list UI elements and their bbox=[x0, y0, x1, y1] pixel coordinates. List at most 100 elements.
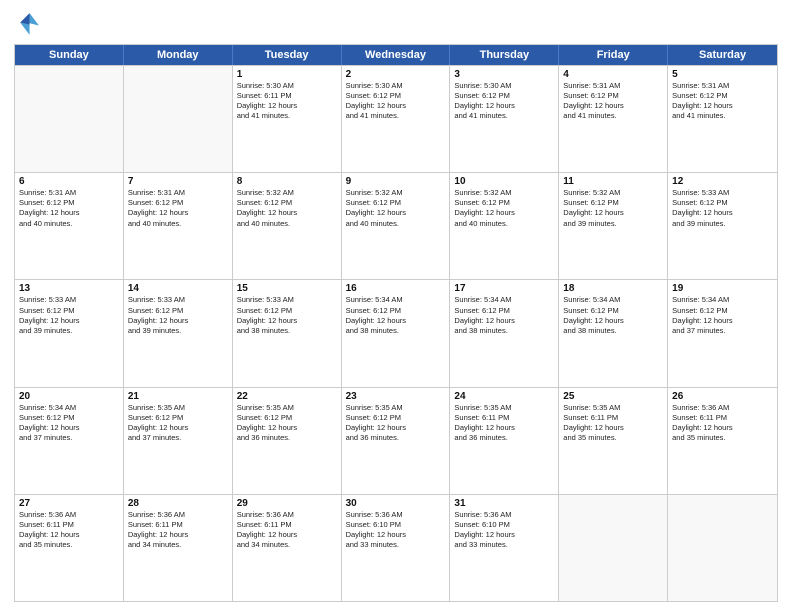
day-number: 30 bbox=[346, 498, 446, 509]
day-info: Sunrise: 5:32 AM Sunset: 6:12 PM Dayligh… bbox=[237, 188, 337, 229]
calendar-body: 1Sunrise: 5:30 AM Sunset: 6:11 PM Daylig… bbox=[15, 65, 777, 601]
day-number: 25 bbox=[563, 391, 663, 402]
day-number: 27 bbox=[19, 498, 119, 509]
day-number: 28 bbox=[128, 498, 228, 509]
calendar-cell: 6Sunrise: 5:31 AM Sunset: 6:12 PM Daylig… bbox=[15, 173, 124, 279]
day-info: Sunrise: 5:36 AM Sunset: 6:11 PM Dayligh… bbox=[128, 510, 228, 551]
calendar-cell: 30Sunrise: 5:36 AM Sunset: 6:10 PM Dayli… bbox=[342, 495, 451, 601]
day-info: Sunrise: 5:32 AM Sunset: 6:12 PM Dayligh… bbox=[346, 188, 446, 229]
calendar-cell: 25Sunrise: 5:35 AM Sunset: 6:11 PM Dayli… bbox=[559, 388, 668, 494]
day-number: 18 bbox=[563, 283, 663, 294]
calendar-row: 13Sunrise: 5:33 AM Sunset: 6:12 PM Dayli… bbox=[15, 279, 777, 386]
calendar-cell: 20Sunrise: 5:34 AM Sunset: 6:12 PM Dayli… bbox=[15, 388, 124, 494]
header-day-thursday: Thursday bbox=[450, 45, 559, 65]
day-number: 4 bbox=[563, 69, 663, 80]
calendar-row: 27Sunrise: 5:36 AM Sunset: 6:11 PM Dayli… bbox=[15, 494, 777, 601]
day-info: Sunrise: 5:32 AM Sunset: 6:12 PM Dayligh… bbox=[454, 188, 554, 229]
header-day-sunday: Sunday bbox=[15, 45, 124, 65]
calendar-cell bbox=[124, 66, 233, 172]
calendar-cell: 29Sunrise: 5:36 AM Sunset: 6:11 PM Dayli… bbox=[233, 495, 342, 601]
calendar-header: SundayMondayTuesdayWednesdayThursdayFrid… bbox=[15, 45, 777, 65]
calendar-cell: 21Sunrise: 5:35 AM Sunset: 6:12 PM Dayli… bbox=[124, 388, 233, 494]
day-info: Sunrise: 5:33 AM Sunset: 6:12 PM Dayligh… bbox=[237, 295, 337, 336]
calendar-row: 6Sunrise: 5:31 AM Sunset: 6:12 PM Daylig… bbox=[15, 172, 777, 279]
calendar-cell: 16Sunrise: 5:34 AM Sunset: 6:12 PM Dayli… bbox=[342, 280, 451, 386]
calendar-cell: 19Sunrise: 5:34 AM Sunset: 6:12 PM Dayli… bbox=[668, 280, 777, 386]
header-day-friday: Friday bbox=[559, 45, 668, 65]
day-number: 17 bbox=[454, 283, 554, 294]
calendar-cell: 24Sunrise: 5:35 AM Sunset: 6:11 PM Dayli… bbox=[450, 388, 559, 494]
day-number: 3 bbox=[454, 69, 554, 80]
day-info: Sunrise: 5:32 AM Sunset: 6:12 PM Dayligh… bbox=[563, 188, 663, 229]
calendar-cell bbox=[15, 66, 124, 172]
day-number: 2 bbox=[346, 69, 446, 80]
day-info: Sunrise: 5:35 AM Sunset: 6:12 PM Dayligh… bbox=[346, 403, 446, 444]
day-number: 19 bbox=[672, 283, 773, 294]
day-number: 12 bbox=[672, 176, 773, 187]
day-number: 6 bbox=[19, 176, 119, 187]
page: SundayMondayTuesdayWednesdayThursdayFrid… bbox=[0, 0, 792, 612]
day-info: Sunrise: 5:36 AM Sunset: 6:11 PM Dayligh… bbox=[672, 403, 773, 444]
calendar-cell: 13Sunrise: 5:33 AM Sunset: 6:12 PM Dayli… bbox=[15, 280, 124, 386]
day-number: 5 bbox=[672, 69, 773, 80]
day-info: Sunrise: 5:34 AM Sunset: 6:12 PM Dayligh… bbox=[563, 295, 663, 336]
calendar-cell: 1Sunrise: 5:30 AM Sunset: 6:11 PM Daylig… bbox=[233, 66, 342, 172]
calendar-cell: 23Sunrise: 5:35 AM Sunset: 6:12 PM Dayli… bbox=[342, 388, 451, 494]
calendar-cell: 7Sunrise: 5:31 AM Sunset: 6:12 PM Daylig… bbox=[124, 173, 233, 279]
calendar-cell: 28Sunrise: 5:36 AM Sunset: 6:11 PM Dayli… bbox=[124, 495, 233, 601]
day-number: 14 bbox=[128, 283, 228, 294]
calendar-cell: 3Sunrise: 5:30 AM Sunset: 6:12 PM Daylig… bbox=[450, 66, 559, 172]
day-number: 20 bbox=[19, 391, 119, 402]
calendar: SundayMondayTuesdayWednesdayThursdayFrid… bbox=[14, 44, 778, 602]
day-info: Sunrise: 5:34 AM Sunset: 6:12 PM Dayligh… bbox=[454, 295, 554, 336]
day-info: Sunrise: 5:36 AM Sunset: 6:10 PM Dayligh… bbox=[346, 510, 446, 551]
day-info: Sunrise: 5:36 AM Sunset: 6:11 PM Dayligh… bbox=[19, 510, 119, 551]
day-info: Sunrise: 5:35 AM Sunset: 6:11 PM Dayligh… bbox=[454, 403, 554, 444]
day-info: Sunrise: 5:35 AM Sunset: 6:12 PM Dayligh… bbox=[237, 403, 337, 444]
calendar-cell: 2Sunrise: 5:30 AM Sunset: 6:12 PM Daylig… bbox=[342, 66, 451, 172]
calendar-cell: 4Sunrise: 5:31 AM Sunset: 6:12 PM Daylig… bbox=[559, 66, 668, 172]
calendar-row: 20Sunrise: 5:34 AM Sunset: 6:12 PM Dayli… bbox=[15, 387, 777, 494]
calendar-cell bbox=[559, 495, 668, 601]
day-number: 8 bbox=[237, 176, 337, 187]
day-number: 10 bbox=[454, 176, 554, 187]
header-day-wednesday: Wednesday bbox=[342, 45, 451, 65]
day-number: 23 bbox=[346, 391, 446, 402]
day-number: 21 bbox=[128, 391, 228, 402]
header bbox=[14, 10, 778, 38]
day-info: Sunrise: 5:30 AM Sunset: 6:11 PM Dayligh… bbox=[237, 81, 337, 122]
logo-icon bbox=[14, 10, 42, 38]
calendar-cell: 27Sunrise: 5:36 AM Sunset: 6:11 PM Dayli… bbox=[15, 495, 124, 601]
header-day-monday: Monday bbox=[124, 45, 233, 65]
calendar-cell: 11Sunrise: 5:32 AM Sunset: 6:12 PM Dayli… bbox=[559, 173, 668, 279]
day-info: Sunrise: 5:31 AM Sunset: 6:12 PM Dayligh… bbox=[563, 81, 663, 122]
day-info: Sunrise: 5:34 AM Sunset: 6:12 PM Dayligh… bbox=[19, 403, 119, 444]
header-day-tuesday: Tuesday bbox=[233, 45, 342, 65]
calendar-cell: 15Sunrise: 5:33 AM Sunset: 6:12 PM Dayli… bbox=[233, 280, 342, 386]
day-number: 16 bbox=[346, 283, 446, 294]
day-number: 29 bbox=[237, 498, 337, 509]
day-number: 24 bbox=[454, 391, 554, 402]
day-number: 31 bbox=[454, 498, 554, 509]
day-info: Sunrise: 5:33 AM Sunset: 6:12 PM Dayligh… bbox=[672, 188, 773, 229]
calendar-cell: 5Sunrise: 5:31 AM Sunset: 6:12 PM Daylig… bbox=[668, 66, 777, 172]
day-info: Sunrise: 5:33 AM Sunset: 6:12 PM Dayligh… bbox=[19, 295, 119, 336]
day-number: 26 bbox=[672, 391, 773, 402]
day-info: Sunrise: 5:34 AM Sunset: 6:12 PM Dayligh… bbox=[672, 295, 773, 336]
calendar-cell: 31Sunrise: 5:36 AM Sunset: 6:10 PM Dayli… bbox=[450, 495, 559, 601]
day-info: Sunrise: 5:34 AM Sunset: 6:12 PM Dayligh… bbox=[346, 295, 446, 336]
day-info: Sunrise: 5:35 AM Sunset: 6:11 PM Dayligh… bbox=[563, 403, 663, 444]
day-number: 11 bbox=[563, 176, 663, 187]
day-number: 7 bbox=[128, 176, 228, 187]
calendar-cell: 22Sunrise: 5:35 AM Sunset: 6:12 PM Dayli… bbox=[233, 388, 342, 494]
day-info: Sunrise: 5:33 AM Sunset: 6:12 PM Dayligh… bbox=[128, 295, 228, 336]
calendar-cell: 14Sunrise: 5:33 AM Sunset: 6:12 PM Dayli… bbox=[124, 280, 233, 386]
calendar-row: 1Sunrise: 5:30 AM Sunset: 6:11 PM Daylig… bbox=[15, 65, 777, 172]
calendar-cell: 8Sunrise: 5:32 AM Sunset: 6:12 PM Daylig… bbox=[233, 173, 342, 279]
calendar-cell: 26Sunrise: 5:36 AM Sunset: 6:11 PM Dayli… bbox=[668, 388, 777, 494]
calendar-cell: 10Sunrise: 5:32 AM Sunset: 6:12 PM Dayli… bbox=[450, 173, 559, 279]
day-number: 22 bbox=[237, 391, 337, 402]
calendar-cell bbox=[668, 495, 777, 601]
day-number: 1 bbox=[237, 69, 337, 80]
day-info: Sunrise: 5:30 AM Sunset: 6:12 PM Dayligh… bbox=[454, 81, 554, 122]
